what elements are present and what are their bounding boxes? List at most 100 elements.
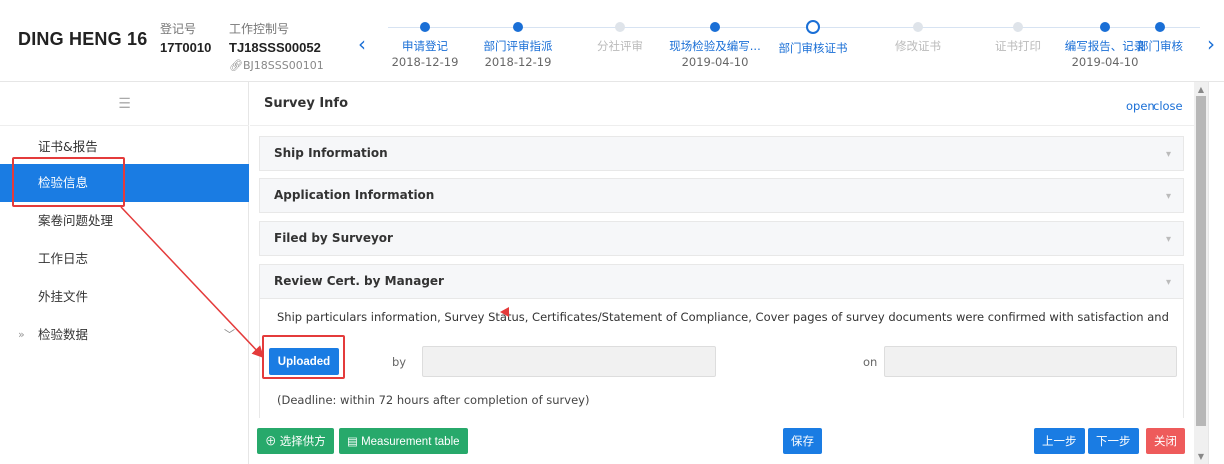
job-control-value: TJ18SSS00052 — [229, 40, 321, 55]
sidebar-item-label: 证书&报告 — [38, 139, 98, 154]
on-label: on — [863, 355, 878, 369]
prev-step-arrow[interactable]: ‹ — [358, 34, 366, 54]
previous-button[interactable]: 上一步 — [1034, 428, 1085, 454]
plus-circle-icon: ⊕ — [265, 436, 277, 448]
step-date: 2018-12-19 — [484, 55, 552, 69]
panel-ship-information: Ship Information ▾ — [259, 136, 1184, 171]
panel-header[interactable]: Filed by Surveyor ▾ — [260, 222, 1183, 255]
progress-step[interactable]: 部门评审指派 2018-12-19 — [466, 20, 570, 69]
close-all-link[interactable]: close — [1153, 99, 1183, 113]
sidebar-item-label: 检验信息 — [38, 175, 89, 190]
panel-title: Ship Information — [274, 146, 388, 160]
select-supplier-button[interactable]: ⊕ 选择供方 — [257, 428, 334, 454]
progress-step[interactable]: 部门审核证书 — [761, 20, 865, 57]
step-name: 部门审核 — [1137, 39, 1183, 53]
uploaded-button[interactable]: Uploaded — [269, 348, 339, 375]
job-sub-row: 🔗︎BJ18SSS00101 — [229, 59, 324, 72]
close-button[interactable]: 关闭 — [1146, 428, 1185, 454]
step-dot-icon — [913, 22, 923, 32]
printer-icon: ▤ — [347, 436, 358, 448]
panel-filed-by-surveyor: Filed by Surveyor ▾ — [259, 221, 1184, 256]
sidebar-item-work-log[interactable]: 工作日志 — [0, 240, 249, 278]
step-dot-icon — [513, 22, 523, 32]
panel-title: Application Information — [274, 188, 435, 202]
page-title: Survey Info — [264, 96, 348, 111]
caret-down-icon: ▾ — [1165, 234, 1171, 245]
measurement-table-label: Measurement table — [361, 436, 460, 448]
right-edge-strip — [1208, 82, 1224, 464]
sidebar-item-inspection-data[interactable]: » 检验数据 ﹀ — [0, 316, 249, 354]
sidebar: ☰ 证书&报告 检验信息 案卷问题处理 工作日志 外挂文件 » 检验数据 ﹀ — [0, 82, 249, 464]
panel-review-cert-by-manager: Review Cert. by Manager ▾ Ship particula… — [259, 264, 1184, 430]
progress-step[interactable]: 现场检验及编写... 2019-04-10 — [663, 20, 767, 69]
sidebar-item-label: 外挂文件 — [38, 289, 89, 304]
panel-header[interactable]: Application Information ▾ — [260, 179, 1183, 212]
scroll-up-icon[interactable]: ▲ — [1194, 85, 1208, 94]
select-supplier-label: 选择供方 — [279, 436, 326, 448]
reg-no-value: 17T0010 — [160, 40, 212, 55]
open-all-link[interactable]: open — [1126, 99, 1155, 113]
job-sub-value: BJ18SSS00101 — [242, 59, 324, 72]
save-button[interactable]: 保存 — [783, 428, 822, 454]
step-dot-icon — [710, 22, 720, 32]
caret-down-icon: ▾ — [1165, 191, 1171, 202]
panel-header[interactable]: Ship Information ▾ — [260, 137, 1183, 170]
link-icon: 🔗︎ — [229, 59, 243, 72]
header-bar: DING HENG 16 登记号 17T0010 工作控制号 TJ18SSS00… — [0, 0, 1224, 82]
panel-header[interactable]: Review Cert. by Manager ▾ — [260, 265, 1183, 298]
scrollbar-thumb[interactable] — [1196, 96, 1206, 426]
step-name: 分社评审 — [597, 39, 643, 53]
step-dot-icon — [806, 20, 820, 34]
sidebar-item-certificates[interactable]: 证书&报告 — [0, 128, 249, 166]
double-chevron-right-icon: » — [18, 328, 25, 341]
chevron-down-icon: ﹀ — [224, 328, 235, 341]
collapse-sidebar-icon[interactable]: ☰ — [0, 82, 249, 126]
sidebar-item-label: 案卷问题处理 — [38, 213, 114, 228]
caret-down-icon: ▾ — [1165, 149, 1171, 160]
footer-toolbar: ⊕ 选择供方 ▤ Measurement table 保存 上一步 下一步 关闭 — [250, 418, 1194, 464]
progress-step[interactable]: 分社评审 — [568, 20, 672, 55]
app-window: DING HENG 16 登记号 17T0010 工作控制号 TJ18SSS00… — [0, 0, 1224, 464]
sidebar-item-file-issues[interactable]: 案卷问题处理 — [0, 202, 249, 240]
scroll-down-icon[interactable]: ▼ — [1194, 452, 1208, 461]
deadline-note: (Deadline: within 72 hours after complet… — [277, 393, 590, 407]
step-dot-icon — [420, 22, 430, 32]
panel-title: Filed by Surveyor — [274, 231, 393, 245]
step-name: 部门审核证书 — [778, 41, 848, 55]
by-label: by — [392, 355, 407, 369]
reviewed-by-field[interactable] — [422, 346, 716, 377]
next-button[interactable]: 下一步 — [1088, 428, 1139, 454]
step-date: 2019-04-10 — [681, 55, 749, 69]
reg-no-label: 登记号 — [160, 22, 197, 36]
measurement-table-button[interactable]: ▤ Measurement table — [339, 428, 468, 454]
job-control-label: 工作控制号 — [229, 22, 290, 36]
step-dot-icon — [1100, 22, 1110, 32]
progress-step[interactable]: 修改证书 — [866, 20, 970, 55]
scrollbar[interactable]: ▲ ▼ — [1194, 82, 1208, 464]
step-date: 2019-04-10 — [1071, 55, 1139, 69]
main-header: Survey Info open close — [250, 82, 1194, 126]
step-name: 现场检验及编写... — [669, 39, 761, 53]
ship-name: DING HENG 16 — [18, 29, 148, 49]
step-dot-icon — [1013, 22, 1023, 32]
step-name: 修改证书 — [895, 39, 941, 53]
step-date: 2018-12-19 — [391, 55, 459, 69]
review-statement: Ship particulars information, Survey Sta… — [277, 310, 1169, 324]
sidebar-item-inspection-info[interactable]: 检验信息 — [0, 164, 249, 202]
reviewed-on-field[interactable] — [884, 346, 1177, 377]
sidebar-item-label: 工作日志 — [38, 251, 89, 266]
next-step-arrow[interactable]: › — [1207, 34, 1215, 54]
step-name: 部门评审指派 — [483, 39, 553, 53]
panel-title: Review Cert. by Manager — [274, 274, 444, 288]
step-name: 申请登记 — [402, 39, 448, 53]
step-dot-icon — [1155, 22, 1165, 32]
step-dot-icon — [615, 22, 625, 32]
sidebar-item-label: 检验数据 — [38, 327, 89, 342]
panel-application-information: Application Information ▾ — [259, 178, 1184, 213]
progress-step[interactable]: 申请登记 2018-12-19 — [373, 20, 477, 69]
panel-body: Ship particulars information, Survey Sta… — [260, 298, 1183, 429]
progress-step[interactable]: 部门审核 — [1128, 20, 1192, 55]
sidebar-item-attachments[interactable]: 外挂文件 — [0, 278, 249, 316]
main-content: Survey Info open close Ship Information … — [250, 82, 1194, 464]
progress-steps: 申请登记 2018-12-19 部门评审指派 2018-12-19 分社评审 现场检验及编… — [388, 0, 1200, 82]
